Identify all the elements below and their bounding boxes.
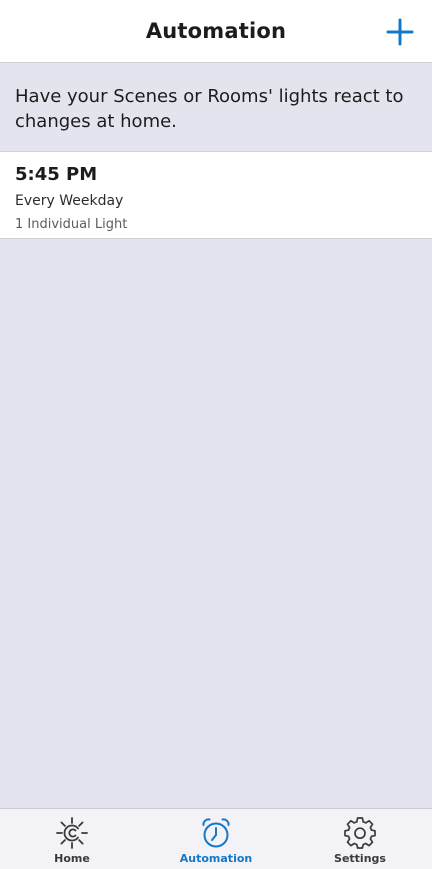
automation-target: 1 Individual Light (15, 217, 128, 232)
gear-icon (344, 817, 376, 849)
automation-schedule: Every Weekday (15, 193, 124, 209)
add-automation-button[interactable] (386, 18, 414, 46)
automation-time: 5:45 PM (15, 164, 98, 185)
tab-home-label: Home (54, 852, 90, 865)
tab-bar: Home Automation Settings (0, 808, 432, 869)
tab-settings[interactable]: Settings (288, 809, 432, 869)
tab-home[interactable]: Home (0, 809, 144, 869)
automation-description: Have your Scenes or Rooms' lights react … (0, 64, 432, 152)
tab-settings-label: Settings (334, 852, 386, 865)
automation-screen: Automation Have your Scenes or Rooms' li… (0, 0, 432, 869)
alarm-clock-icon (202, 818, 230, 848)
sun-logo-icon (56, 817, 88, 849)
header-bar: Automation (0, 0, 432, 63)
tab-automation-label: Automation (179, 852, 253, 865)
tab-automation[interactable]: Automation (144, 809, 288, 869)
page-title: Automation (145, 19, 287, 43)
automation-list-item[interactable]: 5:45 PM Every Weekday 1 Individual Light (0, 152, 432, 239)
